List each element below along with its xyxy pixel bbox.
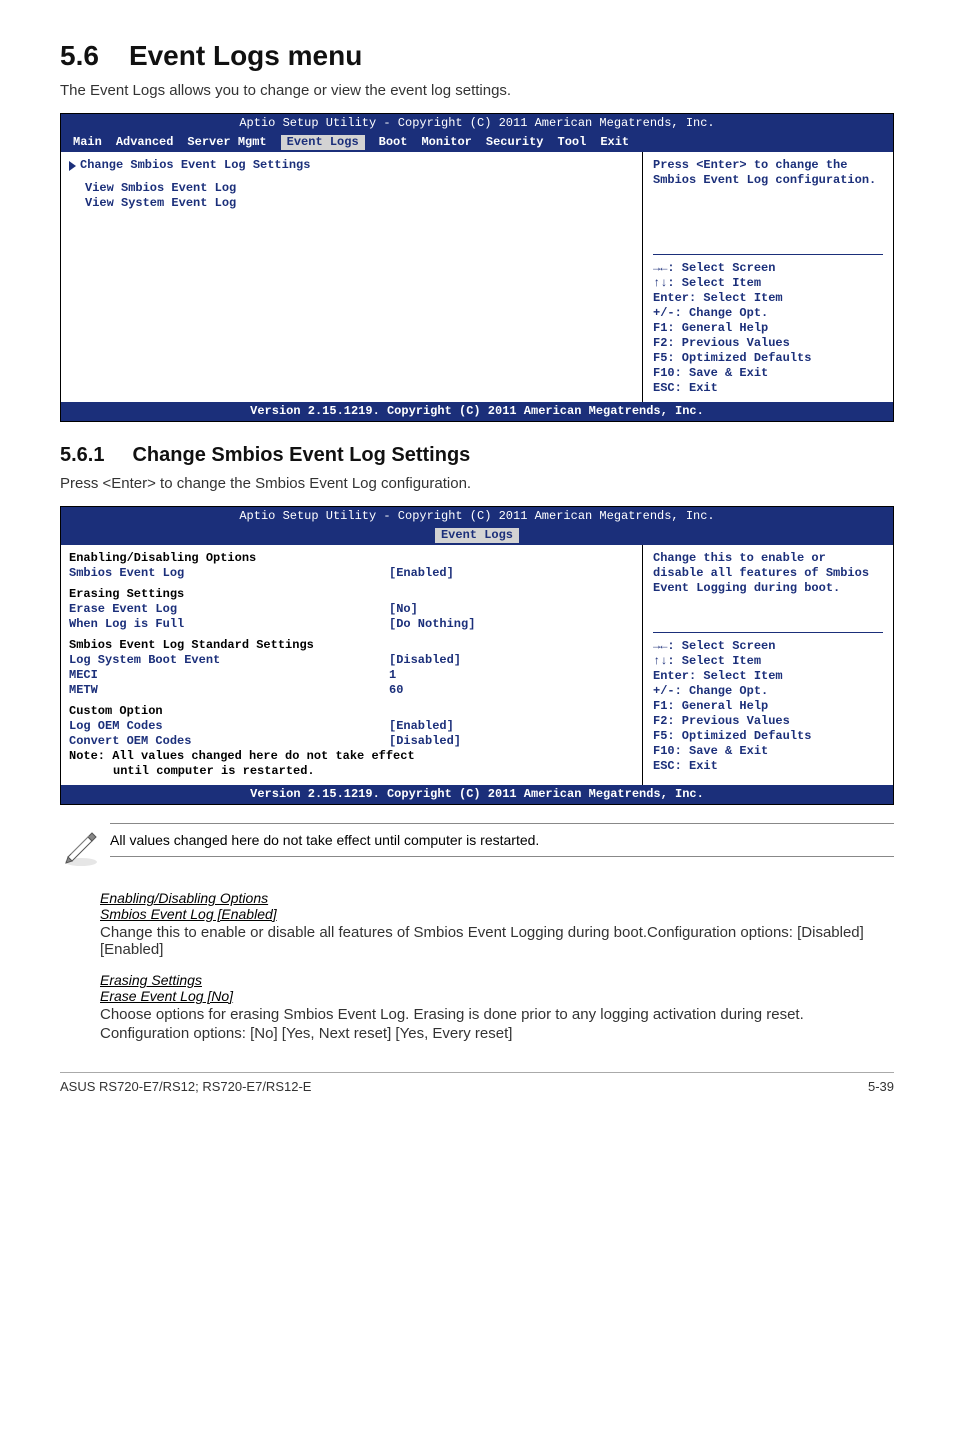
opt-label: Convert OEM Codes: [69, 734, 389, 749]
hint: F2: Previous Values: [653, 714, 883, 729]
subsection-intro: Press <Enter> to change the Smbios Event…: [60, 475, 894, 492]
hint: F1: General Help: [653, 699, 883, 714]
menu-server-mgmt[interactable]: Server Mgmt: [187, 135, 266, 150]
hint: ↑↓: Select Item: [653, 654, 883, 669]
item-view-smbios-log[interactable]: View Smbios Event Log: [69, 181, 632, 196]
group-enabling: Enabling/Disabling Options: [69, 551, 632, 566]
menu-tool[interactable]: Tool: [558, 135, 587, 150]
menu-advanced[interactable]: Advanced: [116, 135, 174, 150]
option-group-header: Erasing Settings: [100, 972, 894, 988]
opt-value: [No]: [389, 602, 418, 617]
menu-monitor[interactable]: Monitor: [421, 135, 471, 150]
section-number: 5.6: [60, 40, 99, 72]
note-line: Note: All values changed here do not tak…: [69, 749, 632, 764]
group-standard: Smbios Event Log Standard Settings: [69, 638, 632, 653]
footer-page-number: 5-39: [868, 1079, 894, 1094]
hint: ESC: Exit: [653, 381, 883, 396]
opt-label: Log System Boot Event: [69, 653, 389, 668]
opt-erase-event-log[interactable]: Erase Event Log [No]: [69, 602, 632, 617]
opt-convert-oem-codes[interactable]: Convert OEM Codes [Disabled]: [69, 734, 632, 749]
hint: Enter: Select Item: [653, 291, 883, 306]
option-enabling-disabling: Enabling/Disabling Options Smbios Event …: [100, 890, 894, 958]
menu-security[interactable]: Security: [486, 135, 544, 150]
hint: →←: Select Screen: [653, 639, 883, 654]
opt-label: METW: [69, 683, 389, 698]
opt-label: Smbios Event Log: [69, 566, 389, 581]
help-text: Press <Enter> to change the Smbios Event…: [653, 158, 883, 188]
opt-meci[interactable]: MECI 1: [69, 668, 632, 683]
bios-screen-event-logs: Aptio Setup Utility - Copyright (C) 2011…: [60, 113, 894, 422]
help-text: Change this to enable or disable all fea…: [653, 551, 883, 596]
menu-main[interactable]: Main: [73, 135, 102, 150]
option-config: Configuration options: [No] [Yes, Next r…: [100, 1025, 894, 1042]
intro-text: The Event Logs allows you to change or v…: [60, 82, 894, 99]
hint: F2: Previous Values: [653, 336, 883, 351]
opt-smbios-event-log[interactable]: Smbios Event Log [Enabled]: [69, 566, 632, 581]
note-callout: All values changed here do not take effe…: [60, 823, 894, 872]
hint: F5: Optimized Defaults: [653, 351, 883, 366]
bios-footer: Version 2.15.1219. Copyright (C) 2011 Am…: [61, 785, 893, 804]
opt-value: 1: [389, 668, 396, 683]
opt-value: 60: [389, 683, 403, 698]
hint: +/-: Change Opt.: [653, 306, 883, 321]
note-text: All values changed here do not take effe…: [110, 823, 894, 857]
note-line: until computer is restarted.: [69, 764, 632, 779]
menu-event-logs[interactable]: Event Logs: [435, 528, 519, 543]
section-title: Event Logs menu: [129, 40, 362, 71]
page-footer: ASUS RS720-E7/RS12; RS720-E7/RS12-E 5-39: [60, 1072, 894, 1094]
opt-label: MECI: [69, 668, 389, 683]
opt-value: [Do Nothing]: [389, 617, 475, 632]
opt-value: [Disabled]: [389, 653, 461, 668]
opt-value: [Enabled]: [389, 566, 454, 581]
subsection-number: 5.6.1: [60, 444, 104, 467]
item-change-smbios-settings[interactable]: Change Smbios Event Log Settings: [69, 158, 632, 173]
hint: F10: Save & Exit: [653, 744, 883, 759]
footer-product: ASUS RS720-E7/RS12; RS720-E7/RS12-E: [60, 1079, 311, 1094]
subsection-heading: 5.6.1 Change Smbios Event Log Settings: [60, 444, 894, 467]
hint: ESC: Exit: [653, 759, 883, 774]
hint: +/-: Change Opt.: [653, 684, 883, 699]
option-group-header: Enabling/Disabling Options: [100, 890, 894, 906]
opt-log-oem-codes[interactable]: Log OEM Codes [Enabled]: [69, 719, 632, 734]
option-item-header: Erase Event Log [No]: [100, 988, 894, 1004]
bios-header: Aptio Setup Utility - Copyright (C) 2011…: [61, 507, 893, 526]
group-erasing: Erasing Settings: [69, 587, 632, 602]
submenu-arrow-icon: [69, 161, 76, 171]
menu-boot[interactable]: Boot: [379, 135, 408, 150]
hint: F5: Optimized Defaults: [653, 729, 883, 744]
item-label: Change Smbios Event Log Settings: [80, 158, 310, 173]
opt-log-system-boot[interactable]: Log System Boot Event [Disabled]: [69, 653, 632, 668]
opt-when-log-full[interactable]: When Log is Full [Do Nothing]: [69, 617, 632, 632]
option-erasing-settings: Erasing Settings Erase Event Log [No] Ch…: [100, 972, 894, 1042]
hint: F1: General Help: [653, 321, 883, 336]
opt-label: When Log is Full: [69, 617, 389, 632]
bios-footer: Version 2.15.1219. Copyright (C) 2011 Am…: [61, 402, 893, 421]
pencil-icon: [60, 823, 110, 872]
bios-screen-smbios-settings: Aptio Setup Utility - Copyright (C) 2011…: [60, 506, 894, 805]
group-custom: Custom Option: [69, 704, 632, 719]
bios-menu-bar: Event Logs: [61, 526, 893, 545]
section-heading: 5.6 Event Logs menu: [60, 40, 894, 72]
menu-event-logs[interactable]: Event Logs: [281, 135, 365, 150]
hint: →←: Select Screen: [653, 261, 883, 276]
subsection-title: Change Smbios Event Log Settings: [132, 444, 470, 466]
option-description: Choose options for erasing Smbios Event …: [100, 1006, 894, 1023]
hint: F10: Save & Exit: [653, 366, 883, 381]
menu-exit[interactable]: Exit: [600, 135, 629, 150]
opt-label: Log OEM Codes: [69, 719, 389, 734]
opt-value: [Enabled]: [389, 719, 454, 734]
hint: ↑↓: Select Item: [653, 276, 883, 291]
opt-value: [Disabled]: [389, 734, 461, 749]
bios-menu-bar: Main Advanced Server Mgmt Event Logs Boo…: [61, 133, 893, 152]
item-view-system-log[interactable]: View System Event Log: [69, 196, 632, 211]
option-item-header: Smbios Event Log [Enabled]: [100, 906, 894, 922]
opt-metw[interactable]: METW 60: [69, 683, 632, 698]
option-description: Change this to enable or disable all fea…: [100, 924, 894, 958]
bios-header: Aptio Setup Utility - Copyright (C) 2011…: [61, 114, 893, 133]
hint: Enter: Select Item: [653, 669, 883, 684]
opt-label: Erase Event Log: [69, 602, 389, 617]
